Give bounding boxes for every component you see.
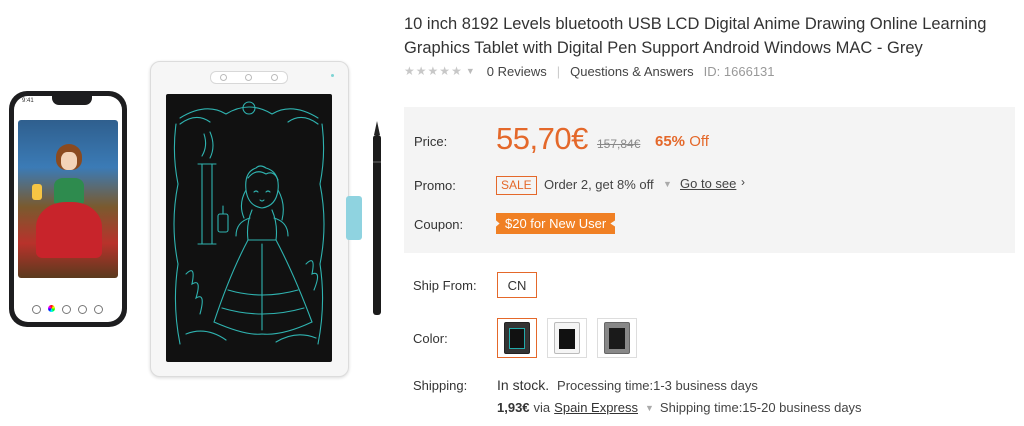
tablet-thumbnail: [554, 322, 580, 354]
star-icon: ★: [404, 64, 415, 78]
shipping-label: Shipping:: [413, 378, 468, 393]
promo-text: Order 2, get 8% off: [544, 177, 654, 192]
product-meta-row: ★ ★ ★ ★ ★ ▼ 0 Reviews | Questions & Answ…: [404, 63, 775, 79]
original-price: 157,84€: [597, 137, 641, 151]
product-title: 10 inch 8192 Levels bluetooth USB LCD Di…: [404, 15, 987, 57]
chevron-right-icon[interactable]: ›: [741, 175, 745, 189]
product-image-gallery[interactable]: 9:41: [0, 0, 395, 426]
price-label: Price:: [414, 134, 448, 149]
drawing-toolbar: [32, 305, 103, 314]
color-label: Color:: [413, 331, 448, 346]
phone-notch: [52, 96, 92, 105]
chevron-down-icon[interactable]: ▼: [663, 179, 672, 189]
color-swatch-white[interactable]: [547, 318, 587, 358]
coupon-label: Coupon:: [414, 217, 464, 232]
promo-label: Promo:: [414, 178, 456, 193]
anime-artwork: [18, 120, 118, 278]
tablet-thumbnail: [604, 322, 630, 354]
color-swatch-grey[interactable]: [597, 318, 637, 358]
ship-from-label: Ship From:: [413, 278, 477, 293]
color-swatch-dark[interactable]: [497, 318, 537, 358]
questions-answers-link[interactable]: Questions & Answers: [570, 64, 694, 79]
product-id: ID: 1666131: [703, 63, 775, 79]
price-panel: Price: 55,70€ 157,84€ 65% Off Promo: SAL…: [404, 107, 1015, 253]
chevron-down-icon[interactable]: ▼: [466, 66, 475, 76]
tablet-pen-clip: [346, 196, 362, 240]
stylus-pen-image: [373, 121, 381, 315]
star-icon: ★: [451, 64, 462, 78]
via-text: via: [533, 400, 551, 415]
stock-status: In stock. Processing time:1-3 business d…: [497, 377, 758, 393]
processing-time: Processing time:1-3 business days: [557, 378, 758, 393]
star-icon: ★: [427, 64, 439, 78]
reviews-link[interactable]: 0 Reviews: [487, 64, 547, 79]
coupon-button[interactable]: $20 for New User: [496, 213, 616, 234]
rating-stars[interactable]: ★ ★ ★ ★ ★: [404, 64, 462, 78]
shipping-cost: 1,93€: [497, 400, 530, 415]
ship-from-option-cn[interactable]: CN: [497, 272, 537, 298]
divider: |: [556, 63, 561, 79]
star-icon: ★: [439, 64, 451, 78]
star-icon: ★: [415, 64, 427, 78]
go-to-see-link[interactable]: Go to see: [680, 176, 736, 191]
drawing-tablet-image: [150, 61, 349, 377]
tablet-thumbnail: [504, 322, 530, 354]
phone-time: 9:41: [22, 98, 34, 104]
phone-screen: 9:41: [14, 96, 122, 322]
sale-badge: SALE: [496, 176, 537, 195]
tablet-led: [331, 74, 334, 77]
anime-sketch: [173, 101, 325, 345]
in-stock-text: In stock.: [497, 377, 550, 393]
tablet-lcd-screen: [166, 94, 332, 362]
discount-badge: 65% Off: [655, 133, 709, 150]
smartphone-image: 9:41: [9, 91, 127, 327]
shipping-method-link[interactable]: Spain Express: [554, 400, 638, 415]
shipping-method-row: 1,93€ via Spain Express ▼ Shipping time:…: [497, 400, 862, 415]
tablet-buttons: [210, 71, 288, 84]
current-price: 55,70€: [496, 121, 588, 156]
chevron-down-icon[interactable]: ▼: [645, 403, 654, 413]
shipping-time: Shipping time:15-20 business days: [659, 400, 862, 415]
